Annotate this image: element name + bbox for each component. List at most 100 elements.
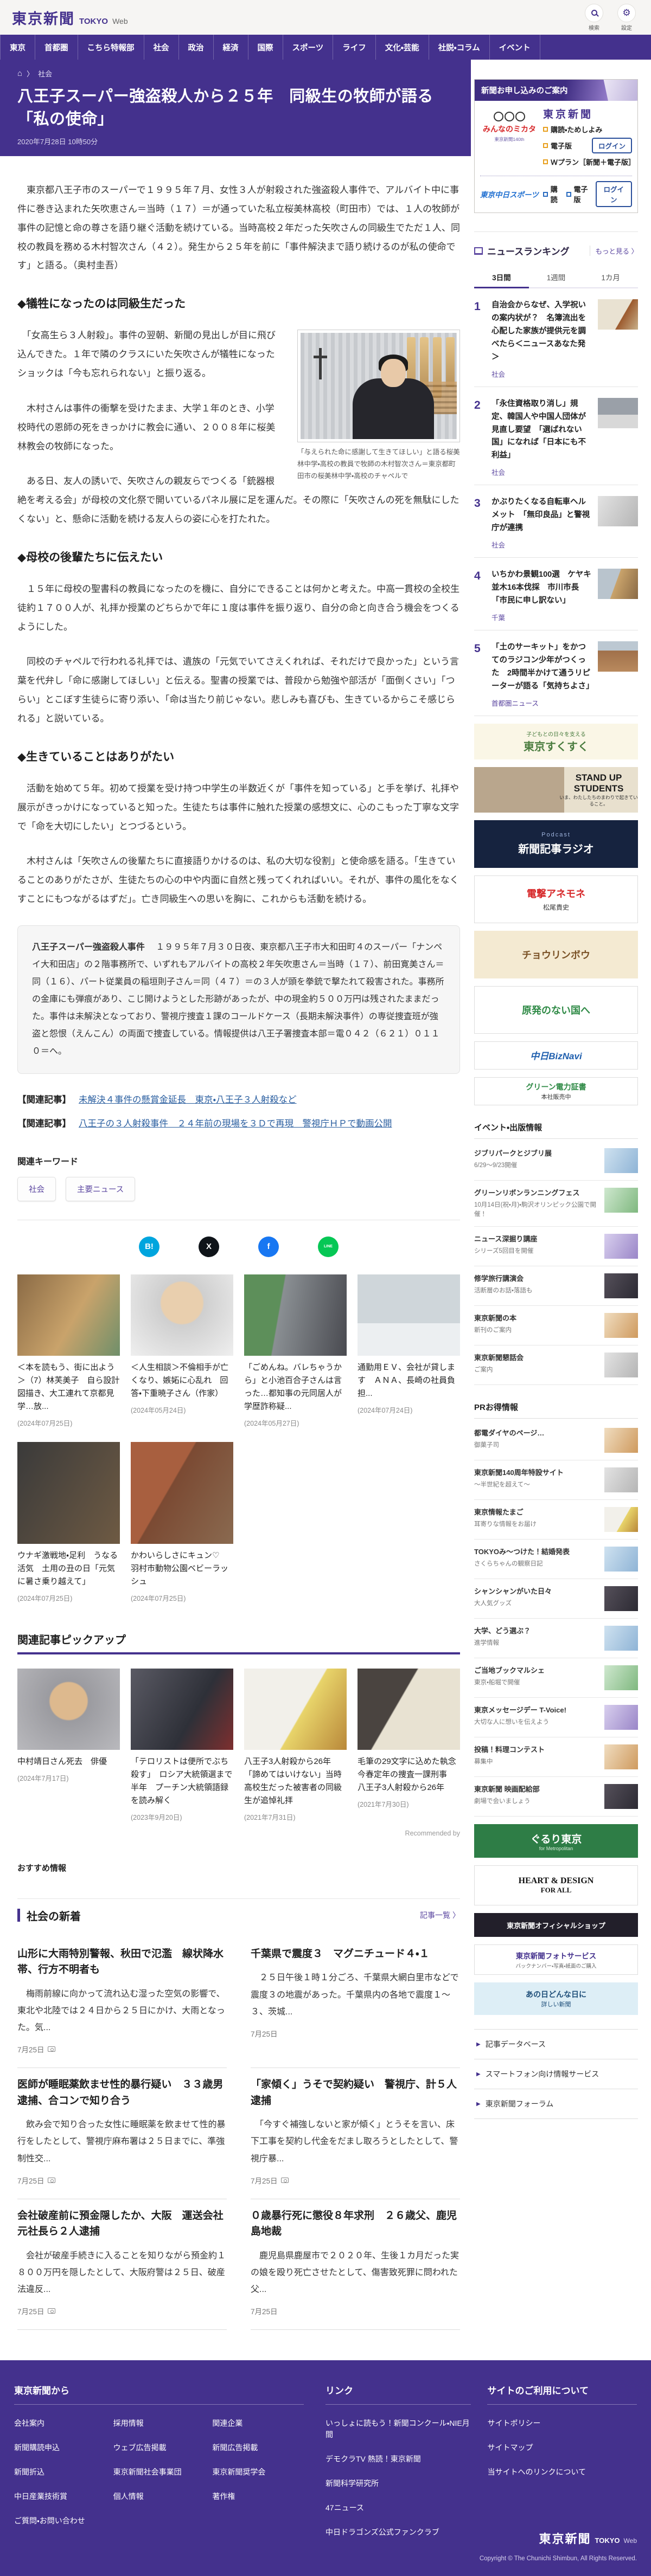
footer-link[interactable]: サイトマップ: [487, 2442, 637, 2453]
related-card[interactable]: 「ごめんね。バレちゃうから」と小池百合子さんは言った…都知事の元同居人が学歴詐称…: [244, 1274, 347, 1428]
banner-biznavi[interactable]: 中日BizNavi: [474, 1041, 638, 1070]
related-card[interactable]: かわいらしさにキュン♡ 羽村市動物公園ベビーラッシュ (2024年07月25日): [131, 1441, 233, 1603]
footer-link[interactable]: 当サイトへのリンクについて: [487, 2466, 637, 2478]
news-item[interactable]: 千葉県で震度３ マグニチュード４・１ ２５日午後１時１分ごろ、千葉県大網白里市な…: [251, 1937, 460, 2069]
nav-item-life[interactable]: ライフ: [333, 35, 375, 60]
news-item[interactable]: ０歳暴行死に懲役８年求刑 ２６歳父、鹿児島地裁 鹿児島県鹿屋市で２０２０年、生後…: [251, 2199, 460, 2330]
nav-item-shasetsu[interactable]: 社説・コラム: [428, 35, 489, 60]
nav-item-event[interactable]: イベント: [489, 35, 540, 60]
footer-link[interactable]: ウェブ広告掲載: [113, 2442, 205, 2453]
event-item[interactable]: ニュース深掘り講座 シリーズ5回目を開催: [474, 1227, 638, 1267]
banner-tokyo-sukusuku[interactable]: 子どもとの日々を支える 東京すくすく: [474, 723, 638, 759]
ad-item[interactable]: 電子版: [551, 140, 572, 151]
footer-link[interactable]: 新聞科学研究所: [326, 2478, 471, 2489]
pr-item[interactable]: 東京新聞 映画配給部 劇場で会いましょう: [474, 1777, 638, 1817]
banner-green-power[interactable]: グリーン電力証書 本社販売中: [474, 1077, 638, 1105]
site-logo[interactable]: 東京新聞 TOKYO Web: [12, 7, 128, 28]
footer-link[interactable]: 東京新聞奨学会: [212, 2466, 304, 2478]
footer-link[interactable]: ご質問・お問い合わせ: [14, 2515, 106, 2527]
banner-shimbun-radio[interactable]: Podcast 新聞記事ラジオ: [474, 820, 638, 868]
footer-link[interactable]: 中日ドラゴンズ公式ファンクラブ: [326, 2527, 471, 2538]
facebook-share-icon[interactable]: f: [258, 1236, 279, 1257]
login-button[interactable]: ログイン: [595, 181, 633, 208]
nav-item-seiji[interactable]: 政治: [178, 35, 213, 60]
pr-item[interactable]: 都電ダイヤのページ… 御菓子司: [474, 1421, 638, 1461]
line-share-icon[interactable]: LINE: [318, 1236, 339, 1257]
tab-3days[interactable]: 3日間: [474, 267, 529, 289]
nav-item-shakai[interactable]: 社会: [143, 35, 178, 60]
ranking-item[interactable]: 4 いちかわ景観100選 ケヤキ並木16本伐採 市川市長「市民に申し訳ない」 千…: [474, 558, 638, 630]
x-share-icon[interactable]: X: [199, 1236, 219, 1257]
related-link[interactable]: 未解決４事件の懸賞金延長 東京・八王子３人射殺など: [79, 1092, 297, 1105]
ranking-more-link[interactable]: もっと見る 〉: [589, 246, 638, 256]
news-item[interactable]: 「家傾く」うそで契約疑い 警視庁、計５人逮捕 「今すぐ補強しないと家が傾く」とう…: [251, 2068, 460, 2199]
related-link[interactable]: 八王子の３人射殺事件 ２４年前の現場を３Ｄで再現 警視庁ＨＰで動画公開: [79, 1116, 392, 1129]
sidebar-item-smartphone-service[interactable]: ▶ スマートフォン向け情報サービス: [474, 2059, 638, 2090]
related-card[interactable]: 通勤用ＥＶ、会社が貸します ＡＮＡ、長崎の社員負担... (2024年07月24…: [358, 1274, 460, 1428]
ad-item[interactable]: 購読・ためしよみ: [551, 124, 602, 134]
ad-item[interactable]: Ｗプラン［新聞＋電子版］: [551, 157, 635, 167]
pickup-card[interactable]: 「テロリストは便所でぶち殺す」 ロシア大統領選まで半年 プーチン大統領語録を読み…: [131, 1668, 233, 1822]
related-card[interactable]: ウナギ激戦地・足利 うなる活気 土用の丑の日「元気に暑さ乗り越えて」 (2024…: [17, 1441, 120, 1603]
banner-chorinbo[interactable]: チョウリンボウ: [474, 930, 638, 978]
banner-heart-design[interactable]: HEART & DESIGN FOR ALL: [474, 1865, 638, 1906]
pr-item[interactable]: 東京情報たまご 耳寄りな情報をお届け: [474, 1500, 638, 1540]
ranking-item[interactable]: 2 「永住資格取り消し」規定、韓国人や中国人団体が見直し要望 「選ばれない国」に…: [474, 387, 638, 486]
nav-item-keizai[interactable]: 経済: [213, 35, 248, 60]
event-item[interactable]: グリーンリボンランニングフェス 10月14日(祝・月)・駒沢オリンピック公園で開…: [474, 1181, 638, 1227]
footer-link[interactable]: 採用情報: [113, 2418, 205, 2429]
footer-link[interactable]: 中日産業技術賞: [14, 2491, 106, 2502]
tab-1week[interactable]: 1週間: [529, 267, 584, 287]
breadcrumb-section[interactable]: 社会: [38, 68, 52, 79]
pr-item[interactable]: TOKYOみ〜つけた！結婚発表 さくらちゃんの観察日記: [474, 1540, 638, 1580]
sidebar-item-tokyo-forum[interactable]: ▶ 東京新聞フォーラム: [474, 2089, 638, 2120]
hatena-share-icon[interactable]: B!: [139, 1236, 159, 1257]
pr-item[interactable]: シャンシャンがいた日々 大人気グッズ: [474, 1579, 638, 1619]
nav-item-shutoken[interactable]: 首都圏: [35, 35, 78, 60]
footer-logo[interactable]: 東京新聞 TOKYO Web: [539, 2529, 637, 2547]
keyword-tag-shuyo[interactable]: 主要ニュース: [66, 1176, 136, 1201]
pr-item[interactable]: 東京新聞140周年特設サイト ～半世紀を超えて～: [474, 1460, 638, 1500]
footer-link[interactable]: 東京新聞社会事業団: [113, 2466, 205, 2478]
news-item[interactable]: 医師が睡眠薬飲ませ性的暴行疑い ３３歳男逮捕、合コンで知り合う 飲み会で知り合っ…: [17, 2068, 227, 2199]
article-list-link[interactable]: 記事一覧 〉: [420, 1910, 460, 1921]
footer-link[interactable]: 新聞購読申込: [14, 2442, 106, 2453]
ranking-item[interactable]: 1 自治会からなぜ、入学祝いの案内状が？ 名簿流出を心配した家族が提供元を調べた…: [474, 288, 638, 387]
footer-link[interactable]: 著作権: [212, 2491, 304, 2502]
keyword-tag-shakai[interactable]: 社会: [17, 1176, 56, 1201]
event-item[interactable]: 東京新聞の本 新刊のご案内: [474, 1306, 638, 1346]
footer-link[interactable]: 会社案内: [14, 2418, 106, 2429]
banner-dengeki-anemone[interactable]: 電撃アネモネ 松尾貴史: [474, 875, 638, 923]
footer-link[interactable]: 個人情報: [113, 2491, 205, 2502]
nav-item-tokuhobu[interactable]: こちら特報部: [77, 35, 144, 60]
sidebar-item-article-database[interactable]: ▶ 記事データベース: [474, 2030, 638, 2060]
ranking-item[interactable]: 5 「土のサーキット」をかつてのラジコン少年がつくった 2時間半かけて通うリピー…: [474, 630, 638, 716]
footer-link[interactable]: 関連企業: [212, 2418, 304, 2429]
footer-link[interactable]: いっしょに読もう！新聞コンクール・NIE月間: [326, 2418, 471, 2440]
banner-genpatsu[interactable]: 原発のない国へ: [474, 986, 638, 1034]
pr-item[interactable]: 投稿！料理コンテスト 募集中: [474, 1737, 638, 1778]
pickup-card[interactable]: 毛筆の29文字に込めた執念 今春定年の捜査一課刑事 八王子3人射殺から26年 (…: [358, 1668, 464, 1822]
pr-item[interactable]: ご当地ブックマルシェ 東京・船堀で開催: [474, 1658, 638, 1698]
nav-item-sports[interactable]: スポーツ: [282, 35, 333, 60]
pr-item[interactable]: 大学、どう選ぶ？ 進学情報: [474, 1619, 638, 1659]
news-item[interactable]: 会社破産前に預金隠したか、大阪 運送会社元社長ら２人逮捕 会社が破産手続きに入る…: [17, 2199, 227, 2330]
login-button[interactable]: ログイン: [591, 138, 632, 154]
ad-item[interactable]: 電子版: [574, 184, 591, 204]
related-card[interactable]: ＜人生相談＞不倫相手が亡くなり、嫉妬に心乱れ 回答・下重暁子さん（作家） (20…: [131, 1274, 233, 1428]
ad-item[interactable]: 購読: [551, 184, 562, 204]
related-card[interactable]: ＜本を読もう、街に出よう＞（7）林芙美子 自ら設計図描き、大工連れて京都見学…放…: [17, 1274, 120, 1428]
banner-photo-service[interactable]: 東京新聞フォトサービス バックナンバー・写真・紙面のご購入: [474, 1944, 638, 1975]
footer-link[interactable]: 47ニュース: [326, 2502, 471, 2514]
banner-official-shop[interactable]: 東京新聞オフィシャルショップ: [474, 1913, 638, 1937]
nav-item-kokusai[interactable]: 国際: [247, 35, 283, 60]
event-item[interactable]: 修学旅行講演会 活断層のお話・落語も: [474, 1266, 638, 1306]
footer-link[interactable]: 新聞折込: [14, 2466, 106, 2478]
event-item[interactable]: 東京新聞懇話会 ご案内: [474, 1345, 638, 1386]
event-item[interactable]: ジブリパークとジブリ展 6/29～9/23開催: [474, 1141, 638, 1181]
tab-1month[interactable]: 1カ月: [583, 267, 638, 287]
pickup-card[interactable]: 中村靖日さん死去 俳優 (2024年7月17日): [17, 1668, 120, 1822]
footer-link[interactable]: デモクラTV 熱読！東京新聞: [326, 2453, 471, 2465]
settings-button[interactable]: ⚙ 設定: [614, 3, 639, 31]
pickup-card[interactable]: 八王子3人射殺から26年 「諦めてはいけない」当時高校生だった被害者の同級生が追…: [244, 1668, 347, 1822]
